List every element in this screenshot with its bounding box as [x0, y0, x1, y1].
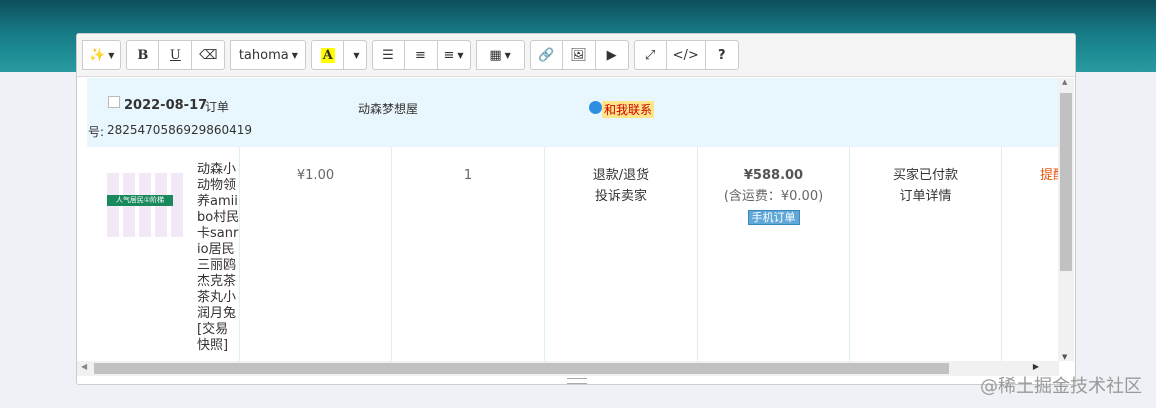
item-title-link[interactable]: 动森小动物领养amiibo村民卡sanrio居民三丽鸥杰克茶茶丸小润月兔 [交易…: [197, 162, 240, 361]
order-header: 2022-08-17 订单 号: 2825470586929860419 动森梦…: [87, 78, 1059, 147]
resize-handle[interactable]: [567, 378, 587, 384]
watermark: @稀土掘金技术社区: [980, 376, 1142, 397]
editor-toolbar: ✨ ▼ B U ⌫ tahoma ▼ A ▼ ☰ ≡ ≡ ▼ ▦ ▼ 🔗 🖼 ▶ ⤢ <…: [77, 34, 1075, 77]
service-cell: 退款/退货 投诉卖家: [545, 147, 698, 361]
magic-wand-style-button[interactable]: ✨ ▼: [82, 40, 122, 70]
editor-content[interactable]: 2022-08-17 订单 号: 2825470586929860419 动森梦…: [77, 78, 1059, 361]
item-cell: 人气居民①阶梯 动森小动物领养amiibo村民卡sanrio居民三丽鸥杰克茶茶丸…: [87, 147, 240, 361]
eraser-icon[interactable]: ⌫: [192, 40, 226, 70]
total-cell: ¥588.00 (含运费：¥0.00) 手机订单: [698, 147, 850, 361]
remind-link[interactable]: 提醒: [1002, 147, 1059, 361]
order-label: 订单: [205, 100, 230, 114]
order-date: 2022-08-17: [124, 98, 208, 113]
item-thumbnail[interactable]: 人气居民①阶梯: [107, 173, 185, 237]
fullscreen-icon[interactable]: ⤢: [633, 40, 667, 70]
font-name: tahoma: [238, 47, 289, 63]
shipping-fee: (含运费：¥0.00): [723, 189, 824, 204]
code-view-button[interactable]: </>: [666, 40, 706, 70]
ordered-list-icon[interactable]: ≡: [404, 40, 438, 70]
help-button[interactable]: ?: [705, 40, 739, 70]
order-checkbox[interactable]: [108, 96, 120, 108]
table-icon[interactable]: ▦ ▼: [475, 40, 525, 70]
color-letter: A: [320, 47, 335, 63]
bold-button[interactable]: B: [126, 40, 160, 70]
shop-name: 动森梦想屋: [358, 102, 419, 116]
thumbnail-banner: 人气居民①阶梯: [107, 195, 173, 206]
order-number: 2825470586929860419: [107, 123, 253, 137]
order-detail-link[interactable]: 订单详情: [850, 186, 1001, 207]
chat-icon[interactable]: [589, 101, 602, 114]
contact-seller-link[interactable]: 和我联系: [602, 101, 655, 118]
vertical-scrollbar[interactable]: ▲ ▼: [1058, 78, 1074, 361]
order-item-row: 人气居民①阶梯 动森小动物领养amiibo村民卡sanrio居民三丽鸥杰克茶茶丸…: [87, 147, 1059, 361]
total-price: ¥588.00: [743, 168, 804, 183]
link-icon[interactable]: 🔗: [529, 40, 563, 70]
order-number-prefix: 号:: [88, 125, 105, 139]
video-icon[interactable]: ▶: [595, 40, 629, 70]
underline-button[interactable]: U: [159, 40, 193, 70]
mobile-order-badge: 手机订单: [747, 210, 800, 225]
image-icon[interactable]: 🖼: [562, 40, 596, 70]
text-color-button[interactable]: A: [311, 40, 345, 70]
status-cell: 买家已付款 订单详情: [850, 147, 1002, 361]
item-quantity: 1: [392, 147, 545, 361]
color-dropdown-button[interactable]: ▼: [344, 40, 367, 70]
item-price: ¥1.00: [240, 147, 392, 361]
complain-link[interactable]: 投诉卖家: [545, 186, 697, 207]
unordered-list-icon[interactable]: ☰: [371, 40, 405, 70]
refund-link[interactable]: 退款/退货: [545, 165, 697, 186]
align-dropdown-icon[interactable]: ≡ ▼: [437, 40, 471, 70]
font-family-dropdown[interactable]: tahoma ▼: [230, 40, 307, 70]
order-status: 买家已付款: [892, 168, 958, 183]
rich-text-editor: ✨ ▼ B U ⌫ tahoma ▼ A ▼ ☰ ≡ ≡ ▼ ▦ ▼ 🔗 🖼 ▶ ⤢ <…: [76, 33, 1076, 385]
horizontal-scrollbar[interactable]: ◀ ▶: [77, 361, 1059, 376]
